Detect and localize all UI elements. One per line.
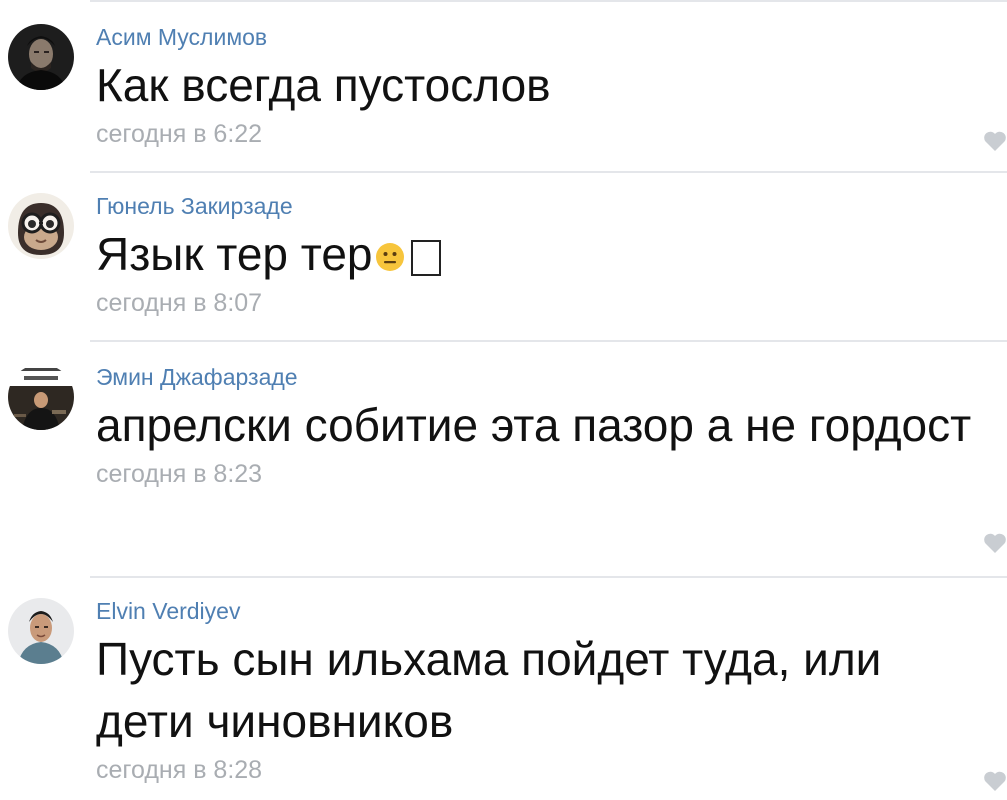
unsupported-character-box xyxy=(410,240,441,276)
heart-icon[interactable] xyxy=(983,770,1007,792)
avatar[interactable] xyxy=(8,193,74,259)
comment-author[interactable]: Гюнель Закирзаде xyxy=(96,191,977,221)
comment-timestamp: сегодня в 8:28 xyxy=(96,756,263,784)
comment-timestamp: сегодня в 8:23 xyxy=(96,460,263,488)
comment-item: Elvin Verdiyev Пусть сын ильхама пойдет … xyxy=(0,578,1007,800)
comment-timestamp: сегодня в 8:07 xyxy=(96,289,263,317)
comment-text: Как всегда пустослов xyxy=(96,59,551,111)
comment-author[interactable]: Elvin Verdiyev xyxy=(96,596,977,626)
heart-icon[interactable] xyxy=(983,130,1007,152)
avatar[interactable] xyxy=(8,24,74,90)
comment-text: апрелски собитие эта пазор а не гордост xyxy=(96,399,972,451)
comment-text: Пусть сын ильхама пойдет туда, или дети … xyxy=(96,633,882,747)
heart-icon[interactable] xyxy=(983,532,1007,554)
avatar[interactable] xyxy=(8,364,74,430)
neutral-face-emoji-icon xyxy=(375,225,405,271)
comment-author[interactable]: Асим Муслимов xyxy=(96,22,977,52)
comment-timestamp: сегодня в 6:22 xyxy=(96,120,263,148)
comment-author[interactable]: Эмин Джафарзаде xyxy=(96,362,977,392)
comment-item: Асим Муслимов Как всегда пустослов сегод… xyxy=(0,0,1007,172)
comment-item: Гюнель Закирзаде Язык тер тер сегодня в … xyxy=(0,173,1007,341)
avatar[interactable] xyxy=(8,598,74,664)
comment-item: Эмин Джафарзаде апрелски собитие эта паз… xyxy=(0,342,1007,576)
comment-text: Язык тер тер xyxy=(96,223,977,285)
comment-text-content: Язык тер тер xyxy=(96,228,373,280)
